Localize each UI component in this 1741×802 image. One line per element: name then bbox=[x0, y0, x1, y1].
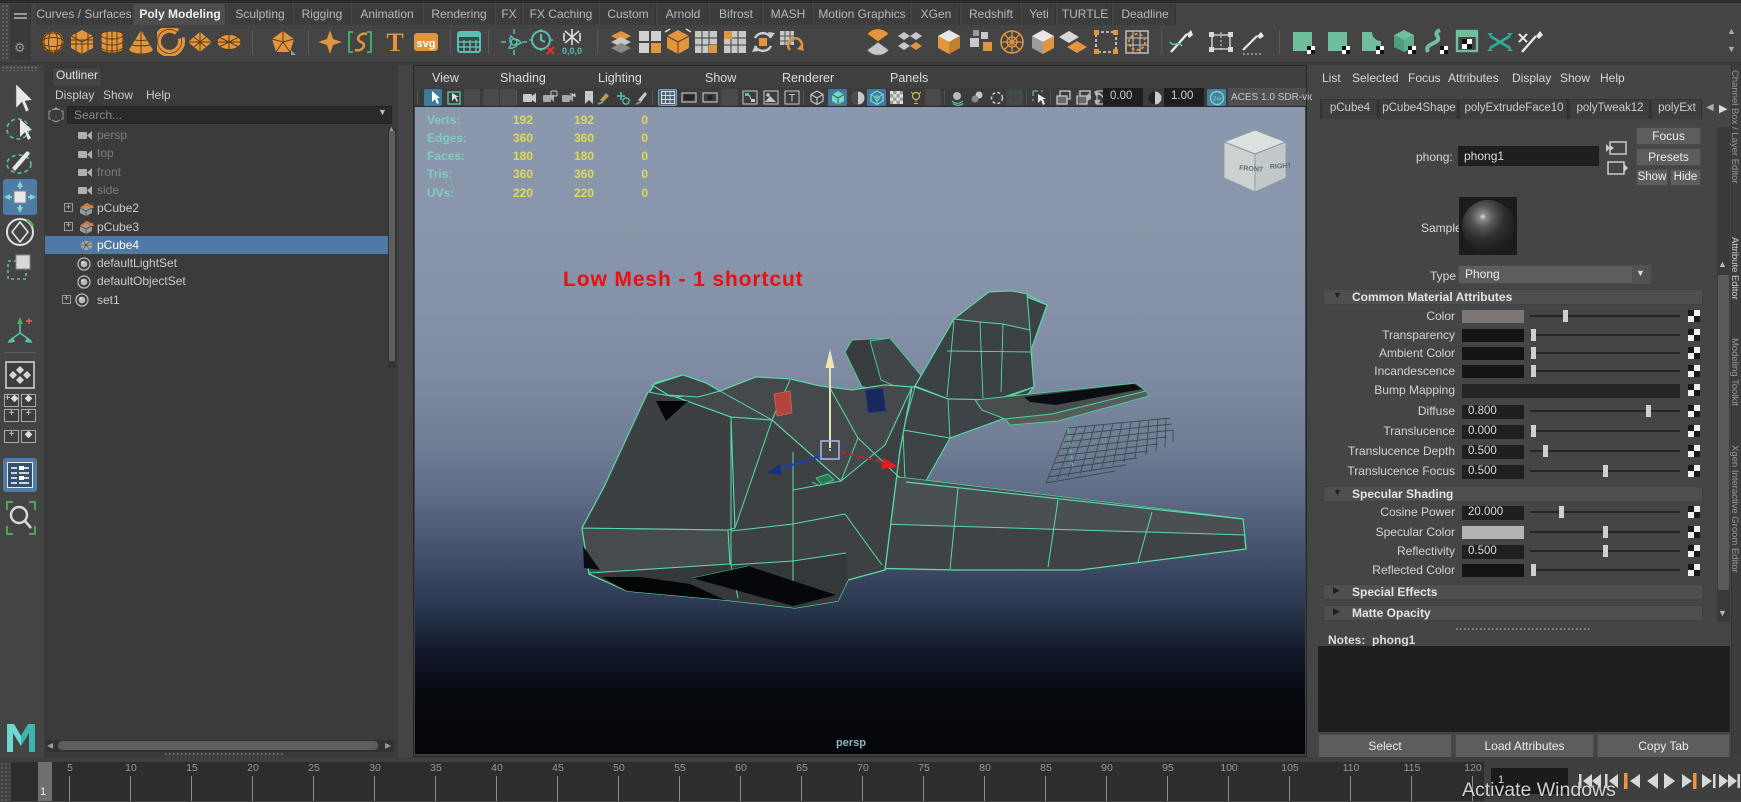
svg-text:2w: 2w bbox=[1213, 96, 1222, 103]
svg-text:T: T bbox=[789, 93, 796, 105]
svg-text:0,0,0: 0,0,0 bbox=[562, 46, 582, 56]
svg-text:svg: svg bbox=[417, 38, 436, 50]
svg-text:T: T bbox=[386, 28, 403, 56]
